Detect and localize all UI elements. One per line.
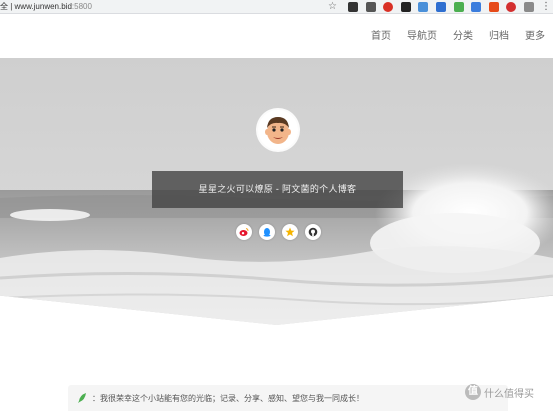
ext-icon-5[interactable]	[418, 2, 429, 12]
ext-icon-7[interactable]	[453, 2, 464, 12]
avatar-face-icon	[259, 111, 297, 149]
security-label: 全 |	[0, 2, 15, 11]
nav-categories[interactable]: 分类	[453, 27, 473, 47]
url-host: www.junwen.bid	[14, 2, 72, 11]
announcement-bar: ：我很荣幸这个小站能有您的光临；记录、分享、感知、望您与我一同成长！	[68, 385, 508, 411]
ext-icon-6[interactable]	[436, 2, 446, 12]
star-icon[interactable]	[282, 224, 298, 240]
avatar[interactable]	[258, 110, 298, 150]
ext-icon-4[interactable]	[400, 2, 411, 12]
watermark: 值 什么值得买	[465, 384, 534, 400]
site-nav: 首页 导航页 分类 归档 更多	[355, 27, 545, 47]
ext-icon-3[interactable]	[383, 2, 394, 12]
ext-icon-10[interactable]	[506, 2, 517, 12]
nav-home[interactable]: 首页	[371, 27, 391, 47]
github-icon[interactable]	[305, 224, 321, 240]
site-tagline: 星星之火可以燎原 - 阿文菌的个人博客	[152, 171, 403, 208]
nav-more[interactable]: 更多	[525, 27, 545, 47]
browser-menu-icon[interactable]: ⋮	[541, 1, 551, 13]
qq-icon[interactable]	[259, 224, 275, 240]
url-port: :5800	[71, 2, 92, 11]
ext-icon-9[interactable]	[488, 2, 499, 12]
ext-icon-1[interactable]	[348, 2, 358, 12]
nav-navigation-page[interactable]: 导航页	[407, 27, 437, 47]
watermark-logo: 值	[465, 384, 481, 400]
nav-archive[interactable]: 归档	[489, 27, 509, 47]
feather-icon	[78, 393, 86, 403]
ext-icon-2[interactable]	[365, 2, 376, 12]
ext-icon-8[interactable]	[471, 2, 482, 12]
ext-icon-11[interactable]	[524, 2, 534, 12]
announcement-text: ：我很荣幸这个小站能有您的光临；记录、分享、感知、望您与我一同成长！	[92, 393, 364, 403]
bookmark-star-icon[interactable]: ☆	[328, 1, 337, 13]
weibo-icon[interactable]	[236, 224, 252, 240]
browser-toolbar: 全 | www.junwen.bid:5800 ☆ ⋮	[0, 0, 553, 14]
watermark-text: 什么值得买	[484, 388, 534, 400]
address-bar[interactable]: 全 | www.junwen.bid:5800	[0, 1, 92, 13]
